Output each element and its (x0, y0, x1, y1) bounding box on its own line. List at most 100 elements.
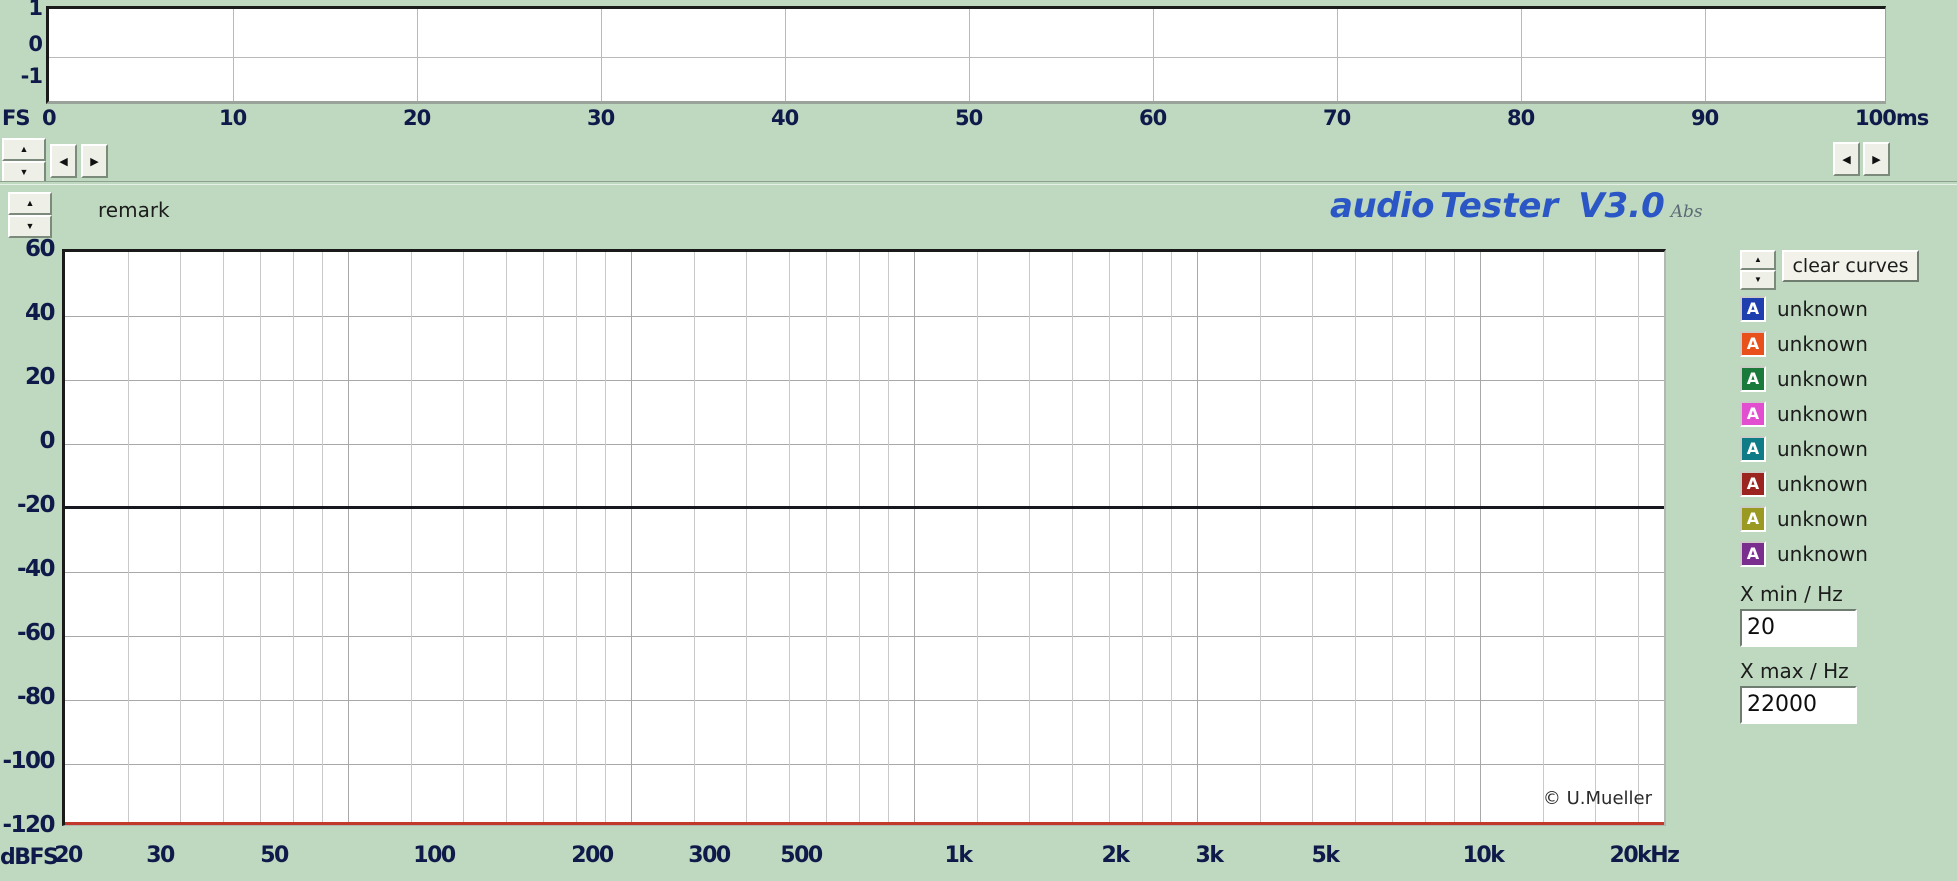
curve-label: unknown (1777, 541, 1868, 566)
caret-up-icon[interactable]: ▲ (2, 138, 46, 161)
caret-left-icon[interactable]: ◀ (50, 144, 77, 178)
gridline-vertical (1153, 9, 1154, 101)
gridline-vertical (789, 252, 790, 825)
curve-legend-item[interactable]: A unknown (1740, 327, 1955, 360)
curve-label: unknown (1777, 471, 1868, 496)
curve-color-swatch-4[interactable]: A (1740, 400, 1766, 427)
caret-right-icon[interactable]: ▶ (81, 144, 108, 178)
spectrum-x-tick: 1k (944, 843, 973, 868)
gridline-vertical (1705, 9, 1706, 101)
caret-right-icon[interactable]: ▶ (1863, 142, 1890, 176)
curve-color-swatch-5[interactable]: A (1740, 435, 1766, 462)
curve-color-swatch-7[interactable]: A (1740, 505, 1766, 532)
brand-name-part1: audio (1330, 186, 1435, 226)
gridline-vertical (1355, 252, 1356, 825)
xmin-label: X min / Hz (1740, 582, 1843, 606)
oscilloscope-x-tick: 40 (771, 106, 799, 130)
curve-color-swatch-6[interactable]: A (1740, 470, 1766, 497)
xmax-label: X max / Hz (1740, 659, 1849, 683)
gridline-horizontal (49, 57, 1885, 58)
gridline-vertical (1312, 252, 1313, 825)
curve-legend-item[interactable]: A unknown (1740, 292, 1955, 325)
spectrum-x-tick: 2k (1101, 843, 1130, 868)
spectrum-cursor-line[interactable] (65, 506, 1664, 509)
curve-select-spinner[interactable]: ▲ ▼ (1740, 250, 1776, 290)
curve-color-swatch-1[interactable]: A (1740, 295, 1766, 322)
spectrum-y-tick: 0 (39, 428, 55, 454)
spectrum-plot-area[interactable]: © U.Mueller (62, 249, 1666, 826)
xmax-input[interactable]: 22000 (1740, 686, 1857, 724)
curve-legend-item[interactable]: A unknown (1740, 362, 1955, 395)
brand-version: V3.0 (1578, 186, 1665, 226)
copyright-notice: © U.Mueller (1542, 788, 1652, 809)
audiotester-window: 1 0 -1 FS 0 10 20 30 40 50 60 70 80 90 1… (0, 0, 1957, 881)
oscilloscope-panel: 1 0 -1 FS 0 10 20 30 40 50 60 70 80 90 1… (0, 0, 1957, 184)
curve-legend-item[interactable]: A unknown (1740, 432, 1955, 465)
gridline-vertical (1521, 9, 1522, 101)
curve-glyph: A (1746, 474, 1760, 493)
curve-legend-item[interactable]: A unknown (1740, 397, 1955, 430)
spectrum-x-tick: 3k (1195, 843, 1224, 868)
gridline-vertical (1392, 252, 1393, 825)
spectrum-x-tick: 5k (1311, 843, 1340, 868)
gridline-vertical (260, 252, 261, 825)
gridline-vertical (1337, 9, 1338, 101)
curve-glyph: A (1746, 369, 1760, 388)
curve-color-swatch-3[interactable]: A (1740, 365, 1766, 392)
spectrum-x-tick: 300 (688, 843, 731, 868)
spectrum-vscale-spinner[interactable]: ▲ ▼ (8, 192, 52, 238)
gridline-vertical (576, 252, 577, 825)
gridline-vertical (1454, 252, 1455, 825)
curve-color-swatch-8[interactable]: A (1740, 540, 1766, 567)
gridline-vertical (543, 252, 544, 825)
caret-left-icon[interactable]: ◀ (1833, 142, 1860, 176)
oscilloscope-y-tick: 1 (28, 0, 43, 20)
spectrum-y-tick: -60 (16, 620, 56, 646)
caret-up-icon[interactable]: ▲ (8, 192, 52, 215)
gridline-vertical (785, 9, 786, 101)
curve-legend-item[interactable]: A unknown (1740, 502, 1955, 535)
gridline-vertical (1260, 252, 1261, 825)
oscilloscope-x-tick: 10 (219, 106, 247, 130)
xmin-input[interactable]: 20 (1740, 609, 1857, 647)
gridline-vertical (859, 252, 860, 825)
gridline-vertical (348, 252, 349, 825)
oscilloscope-left-controls: ▲ ▼ ◀ ▶ (2, 138, 108, 184)
spectrum-x-axis: 20 30 50 100 200 300 500 1k 2k 3k 5k 10k… (0, 843, 1800, 879)
oscilloscope-x-axis: 0 10 20 30 40 50 60 70 80 90 100ms (0, 106, 1957, 136)
spectrum-y-tick: 60 (24, 236, 56, 262)
gridline-vertical (1142, 252, 1143, 825)
gridline-vertical (233, 9, 234, 101)
curve-legend-item[interactable]: A unknown (1740, 537, 1955, 570)
oscilloscope-vscale-spinner[interactable]: ▲ ▼ (2, 138, 46, 184)
oscilloscope-x-tick: 0 (42, 106, 57, 130)
spectrum-y-tick: -100 (2, 748, 55, 774)
oscilloscope-x-tick: 20 (403, 106, 431, 130)
gridline-vertical (322, 252, 323, 825)
spectrum-x-tick: 200 (571, 843, 614, 868)
caret-down-icon[interactable]: ▼ (8, 215, 52, 238)
oscilloscope-x-tick: 100ms (1855, 106, 1929, 130)
curve-label: unknown (1777, 331, 1868, 356)
curve-glyph: A (1746, 439, 1760, 458)
gridline-vertical (746, 252, 747, 825)
spectrum-x-tick: 50 (260, 843, 289, 868)
gridline-vertical (605, 252, 606, 825)
caret-down-icon[interactable]: ▼ (1740, 270, 1776, 290)
oscilloscope-plot-area[interactable] (46, 6, 1886, 104)
oscilloscope-x-tick: 80 (1507, 106, 1535, 130)
curve-legend-item[interactable]: A unknown (1740, 467, 1955, 500)
gridline-vertical (631, 252, 632, 825)
curve-color-swatch-2[interactable]: A (1740, 330, 1766, 357)
spectrum-y-tick: 20 (24, 364, 56, 390)
oscilloscope-x-tick: 50 (955, 106, 983, 130)
caret-up-icon[interactable]: ▲ (1740, 250, 1776, 270)
gridline-vertical (694, 252, 695, 825)
clear-curves-button[interactable]: clear curves (1782, 250, 1919, 282)
oscilloscope-y-tick: 0 (28, 32, 43, 56)
gridline-vertical (1109, 252, 1110, 825)
gridline-vertical (1029, 252, 1030, 825)
curve-label: unknown (1777, 296, 1868, 321)
curve-label: unknown (1777, 366, 1868, 391)
gridline-vertical (888, 252, 889, 825)
